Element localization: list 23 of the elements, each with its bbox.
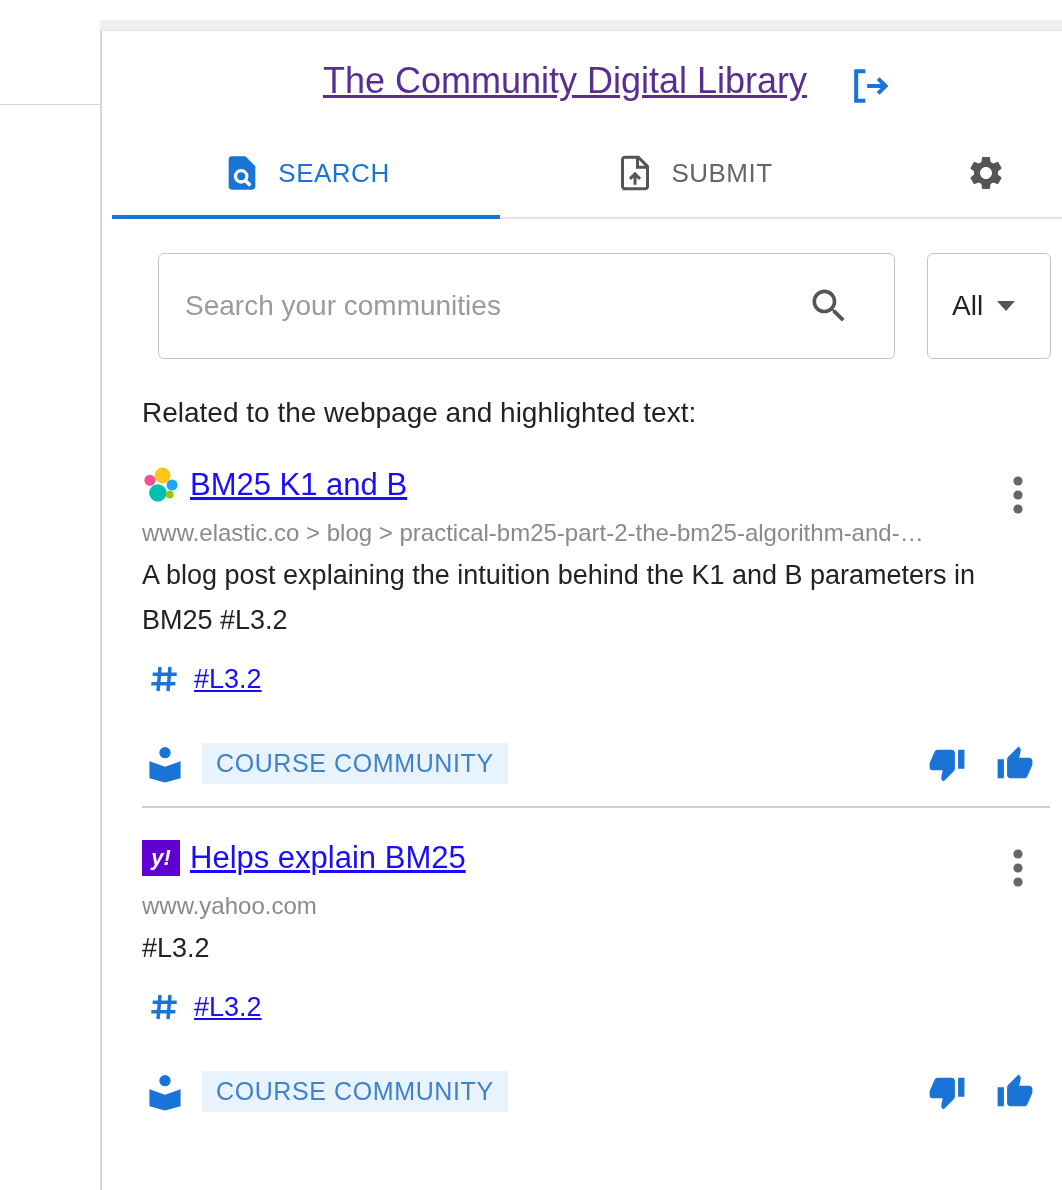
tab[interactable]: SEARCH: [112, 131, 500, 219]
community-label: COURSE COMMUNITY: [202, 743, 508, 784]
result-description: A blog post explaining the intuition behind the K1 and B parameters in BM25 #L3.2: [142, 559, 977, 637]
result-description: #L3.2: [142, 932, 211, 965]
tag-link[interactable]: #L3.2: [194, 663, 262, 695]
tag-link[interactable]: #L3.2: [194, 991, 262, 1023]
more-icon[interactable]: [1012, 475, 1024, 515]
search-field[interactable]: Search your communities: [158, 253, 895, 359]
result-url: www.yahoo.com: [142, 892, 318, 920]
logo-icon: y!: [142, 840, 180, 876]
result-title-link[interactable]: BM25 K1 and B: [190, 467, 408, 503]
section-heading: Related to the webpage and highlighted text:: [142, 397, 698, 429]
result-title-link[interactable]: Helps explain BM25: [190, 840, 466, 876]
tab[interactable]: SUBMIT: [500, 131, 888, 219]
caret-icon: [995, 300, 1018, 312]
reader-icon: [148, 1072, 182, 1111]
more-icon[interactable]: [1012, 848, 1024, 888]
scope-dropdown[interactable]: All: [927, 253, 1051, 359]
reader-icon: [148, 744, 182, 783]
title-link[interactable]: The Community Digital Library: [322, 60, 808, 102]
community-label: COURSE COMMUNITY: [202, 1071, 508, 1112]
result-url: www.elastic.co > blog > practical-bm25-part-2-the-bm25-algorithm-and-…: [142, 519, 925, 547]
logo-icon: [142, 466, 180, 504]
